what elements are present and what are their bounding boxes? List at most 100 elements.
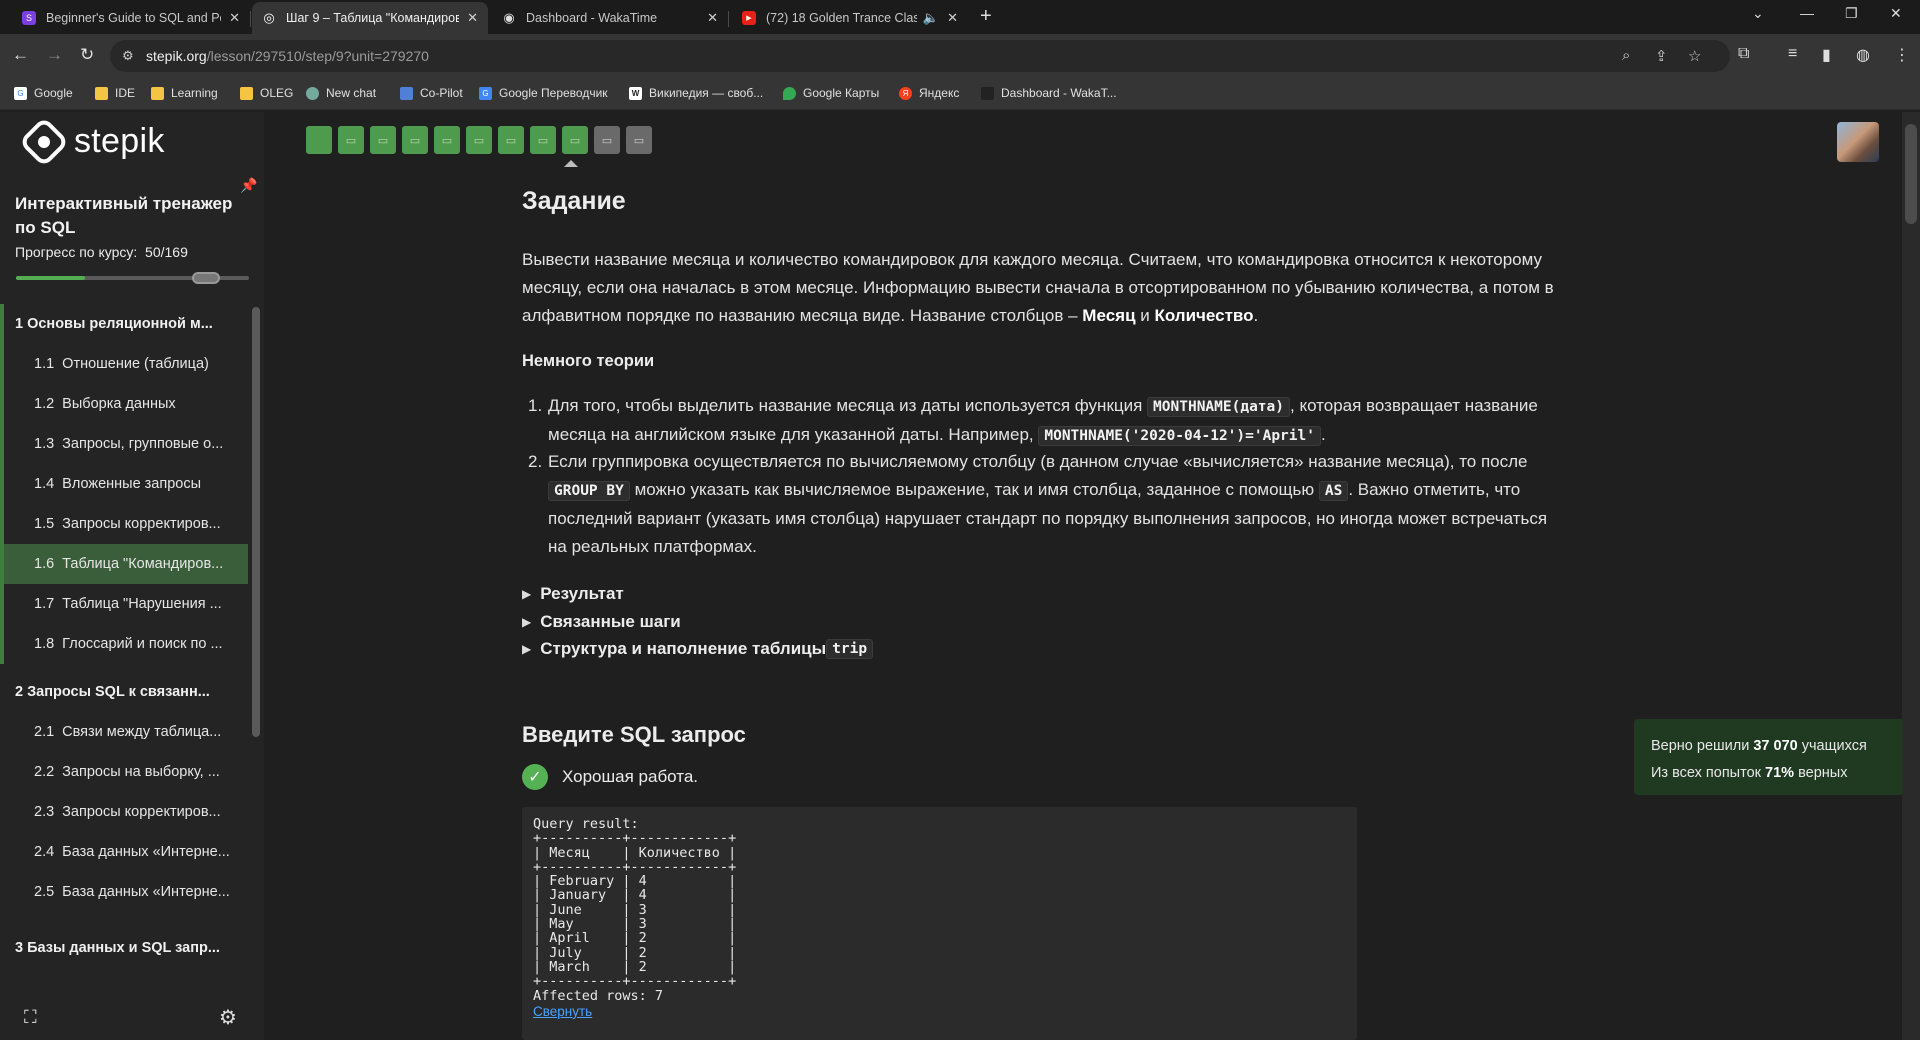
sidebar-scrollbar[interactable]	[252, 307, 260, 737]
wakatime-icon	[981, 86, 994, 100]
lesson-item[interactable]: 2.5 База данных «Интерне...	[0, 872, 248, 912]
address-bar[interactable]: ⚙ stepik.org/lesson/297510/step/9?unit=2…	[110, 40, 1730, 72]
module-item[interactable]: 1 Основы реляционной м...	[0, 304, 248, 344]
lesson-item[interactable]: 2.3 Запросы корректиров...	[0, 792, 248, 832]
bookmark-item[interactable]: G Google Переводчик	[479, 86, 608, 100]
module-item[interactable]: 3 Базы данных и SQL запр...	[0, 928, 248, 968]
course-progress: Прогресс по курсу: 50/169	[15, 244, 188, 260]
lesson-item[interactable]: 1.8 Глоссарий и поиск по ...	[0, 624, 248, 664]
lesson-item[interactable]: 1.3 Запросы, групповые о...	[0, 424, 248, 464]
bookmark-item[interactable]: W Википедия — своб...	[629, 86, 763, 100]
menu-icon[interactable]: ⋮	[1894, 45, 1910, 65]
step-button[interactable]: ▭	[530, 126, 556, 154]
tab-search-icon[interactable]: ⌄	[1752, 5, 1764, 22]
stepik-logo[interactable]: stepik	[18, 116, 165, 167]
lesson-number: 1.7	[34, 596, 55, 612]
close-icon[interactable]: ✕	[229, 10, 240, 26]
forward-icon[interactable]: →	[46, 45, 63, 65]
query-result-panel: Query result: +----------+------------+ …	[522, 807, 1357, 1040]
bookmark-star-icon[interactable]: ☆	[1688, 47, 1701, 65]
extensions-icon[interactable]: ⧉	[1738, 45, 1749, 63]
bookmark-item[interactable]: New chat	[306, 86, 376, 100]
browser-tab[interactable]: ◉ Dashboard - WakaTime ✕	[492, 2, 729, 34]
user-avatar[interactable]	[1837, 122, 1879, 162]
theory-line: месяца на английском языке для указанной…	[548, 421, 1638, 450]
step-button[interactable]: ▭	[594, 126, 620, 154]
bookmark-item[interactable]: IDE	[95, 86, 135, 100]
scrollbar-thumb[interactable]	[1905, 124, 1917, 224]
window-close-icon[interactable]: ✕	[1890, 5, 1902, 22]
reload-icon[interactable]: ↻	[80, 45, 94, 65]
details-result[interactable]: ▶ Результат	[522, 584, 624, 604]
browser-tab-active[interactable]: ◎ Шаг 9 – Таблица "Командиров ✕	[252, 2, 488, 34]
lesson-item[interactable]: 2.2 Запросы на выборку, ...	[0, 752, 248, 792]
bookmark-item[interactable]: G Google	[14, 86, 73, 100]
details-table-structure[interactable]: ▶ Структура и наполнение таблицы trip	[522, 639, 874, 659]
bookmark-item[interactable]: Learning	[151, 86, 218, 100]
inline-code: GROUP BY	[548, 481, 630, 501]
step-button[interactable]: ▭	[434, 126, 460, 154]
settings-gear-icon[interactable]: ⚙	[219, 1005, 237, 1030]
bookmark-item[interactable]: Я Яндекс	[899, 86, 959, 100]
close-icon[interactable]: ✕	[947, 10, 958, 26]
lesson-item-active[interactable]: 1.6 Таблица "Командиров...	[0, 544, 248, 584]
step-button[interactable]: ▭	[338, 126, 364, 154]
module-item[interactable]: 2 Запросы SQL к связанн...	[0, 672, 248, 712]
lesson-item[interactable]: 1.4 Вложенные запросы	[0, 464, 248, 504]
course-title[interactable]: Интерактивный тренажер по SQL	[15, 192, 245, 240]
site-info-icon[interactable]: ⚙	[122, 48, 134, 64]
query-result-text: Query result: +----------+------------+ …	[533, 816, 737, 1004]
side-panel-icon[interactable]: ▮	[1822, 45, 1831, 65]
bookmark-item[interactable]: Google Карты	[783, 86, 879, 100]
step-navigation: ▭ ▭ ▭ ▭ ▭ ▭ ▭ ▭ ▭ ▭	[306, 126, 658, 154]
media-controls-icon[interactable]: ≡	[1788, 45, 1797, 63]
theory-line: последний вариант (указать имя столбца) …	[548, 509, 1548, 528]
theory-text: , которая возвращает название	[1290, 396, 1538, 415]
inline-code: MONTHNAME(дата)	[1147, 397, 1290, 417]
restore-icon[interactable]: ❐	[1845, 5, 1858, 22]
url-text[interactable]: stepik.org/lesson/297510/step/9?unit=279…	[146, 48, 429, 64]
minimize-icon[interactable]: —	[1800, 5, 1814, 21]
step-button-current[interactable]: ▭	[562, 126, 588, 154]
back-icon[interactable]: ←	[12, 45, 29, 65]
details-related-steps[interactable]: ▶ Связанные шаги	[522, 612, 681, 632]
browser-tab[interactable]: ▶ (72) 18 Golden Trance Clas 🔈 ✕	[732, 2, 968, 34]
lesson-label: Таблица "Нарушения ...	[62, 596, 222, 612]
copilot-icon	[400, 86, 413, 100]
lesson-item[interactable]: 1.7 Таблица "Нарушения ...	[0, 584, 248, 624]
step-button[interactable]	[306, 126, 332, 154]
lesson-item[interactable]: 2.1 Связи между таблица...	[0, 712, 248, 752]
lesson-number: 1.6	[34, 556, 55, 572]
lesson-item[interactable]: 2.4 База данных «Интерне...	[0, 832, 248, 872]
step-button[interactable]: ▭	[402, 126, 428, 154]
page-scrollbar[interactable]	[1902, 112, 1920, 1040]
lesson-item[interactable]: 1.1 Отношение (таблица)	[0, 344, 248, 384]
lesson-item[interactable]: 1.5 Запросы корректиров...	[0, 504, 248, 544]
expand-triangle-icon: ▶	[522, 587, 532, 601]
browser-tab[interactable]: S Beginner's Guide to SQL and Po ✕	[12, 2, 251, 34]
new-tab-button[interactable]: +	[980, 5, 992, 28]
close-icon[interactable]: ✕	[707, 10, 718, 26]
audio-icon[interactable]: 🔈	[923, 10, 939, 26]
zoom-icon[interactable]: ⌕	[1622, 47, 1630, 64]
fullscreen-icon[interactable]: ⛶	[24, 1007, 37, 1028]
step-button[interactable]: ▭	[370, 126, 396, 154]
close-icon[interactable]: ✕	[467, 10, 478, 26]
theory-text: месяца на английском языке для указанной…	[548, 425, 1039, 444]
current-step-caret	[564, 160, 578, 167]
lesson-label: Запросы корректиров...	[62, 516, 221, 532]
share-icon[interactable]: ⇪	[1655, 47, 1668, 65]
step-button[interactable]: ▭	[466, 126, 492, 154]
collapse-link[interactable]: Свернуть	[533, 1004, 1346, 1019]
step-button[interactable]: ▭	[626, 126, 652, 154]
lesson-item[interactable]: 1.2 Выборка данных	[0, 384, 248, 424]
bookmark-item[interactable]: Dashboard - WakaT...	[981, 86, 1117, 100]
folder-icon	[240, 86, 253, 100]
step-button[interactable]: ▭	[498, 126, 524, 154]
task-text: и	[1135, 306, 1155, 325]
lesson-number: 2.3	[34, 804, 55, 820]
bookmark-item[interactable]: Co-Pilot	[400, 86, 463, 100]
progress-toggle[interactable]	[192, 272, 220, 284]
bookmark-item[interactable]: OLEG	[240, 86, 293, 100]
profile-icon[interactable]: ◍	[1856, 45, 1870, 65]
